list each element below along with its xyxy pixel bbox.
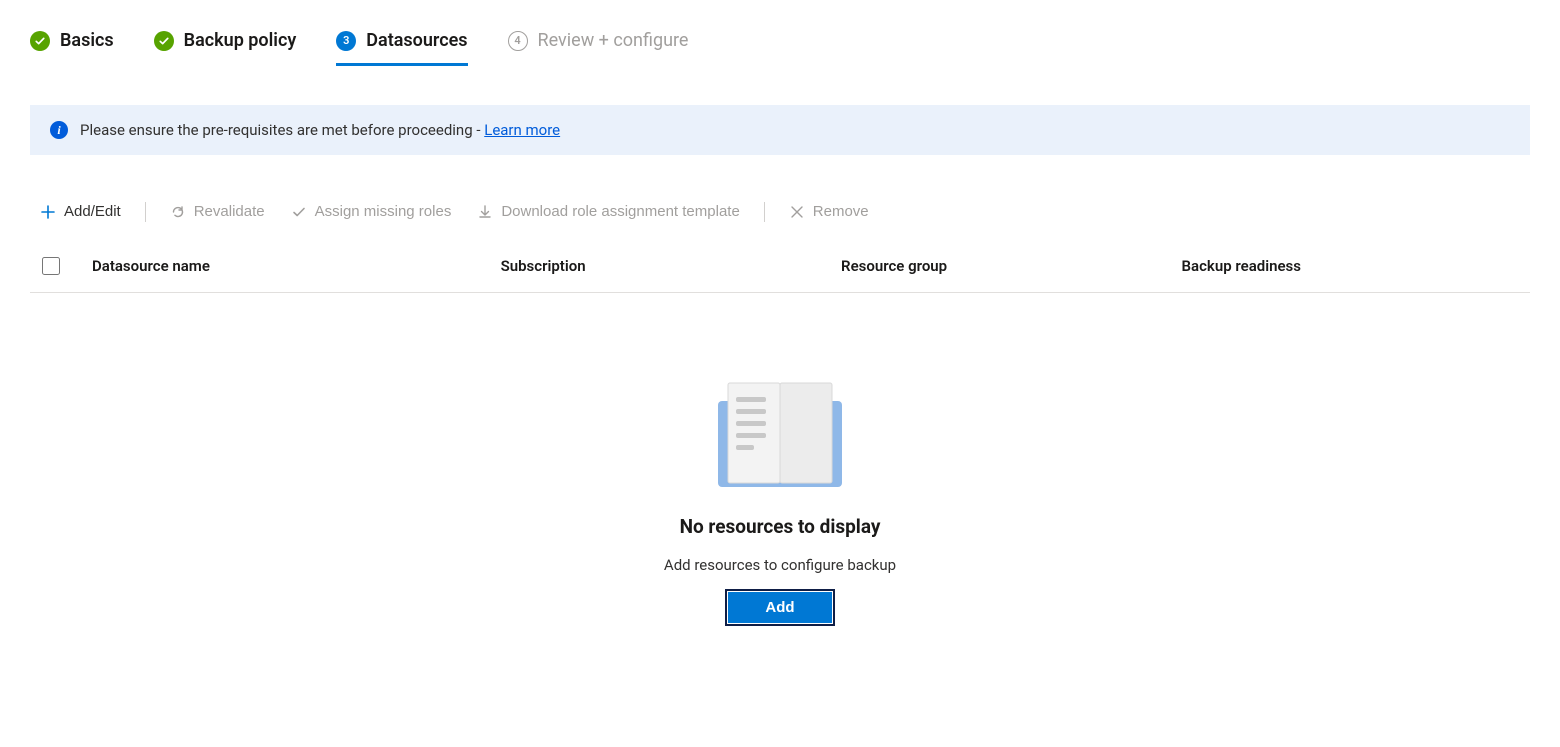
step-label: Review + configure bbox=[538, 30, 689, 51]
button-label: Revalidate bbox=[194, 203, 265, 220]
add-button[interactable]: Add bbox=[728, 592, 831, 623]
step-label: Datasources bbox=[366, 30, 467, 51]
step-label: Basics bbox=[60, 30, 114, 51]
step-datasources[interactable]: 3 Datasources bbox=[336, 30, 467, 66]
empty-state-subtitle: Add resources to configure backup bbox=[664, 556, 896, 574]
column-header-resource-group[interactable]: Resource group bbox=[841, 257, 1181, 275]
close-icon bbox=[789, 204, 805, 220]
datasources-table-header: Datasource name Subscription Resource gr… bbox=[30, 240, 1530, 293]
info-icon: i bbox=[50, 121, 68, 139]
step-number-icon: 3 bbox=[336, 31, 356, 51]
assign-roles-button: Assign missing roles bbox=[289, 199, 454, 224]
column-header-name[interactable]: Datasource name bbox=[92, 257, 501, 275]
select-all-cell bbox=[38, 254, 92, 278]
info-banner-text: Please ensure the pre-requisites are met… bbox=[80, 121, 560, 139]
wizard-stepper: Basics Backup policy 3 Datasources 4 Rev… bbox=[30, 30, 1530, 75]
button-label: Assign missing roles bbox=[315, 203, 452, 220]
step-label: Backup policy bbox=[184, 30, 297, 51]
column-header-backup-readiness[interactable]: Backup readiness bbox=[1182, 257, 1522, 275]
checkmark-icon bbox=[291, 204, 307, 220]
download-icon bbox=[477, 204, 493, 220]
step-number-icon: 4 bbox=[508, 31, 528, 51]
info-banner-message: Please ensure the pre-requisites are met… bbox=[80, 121, 484, 139]
select-all-checkbox[interactable] bbox=[42, 257, 60, 275]
checkmark-icon bbox=[154, 31, 174, 51]
revalidate-button: Revalidate bbox=[168, 199, 267, 224]
download-template-button: Download role assignment template bbox=[475, 199, 741, 224]
step-review-configure[interactable]: 4 Review + configure bbox=[508, 30, 689, 66]
step-basics[interactable]: Basics bbox=[30, 30, 114, 66]
plus-icon bbox=[40, 204, 56, 220]
datasources-toolbar: Add/Edit Revalidate Assign missing roles… bbox=[30, 195, 1530, 228]
button-label: Download role assignment template bbox=[501, 203, 739, 220]
remove-button: Remove bbox=[787, 199, 871, 224]
checkmark-icon bbox=[30, 31, 50, 51]
button-label: Add/Edit bbox=[64, 203, 121, 220]
add-edit-button[interactable]: Add/Edit bbox=[38, 199, 123, 224]
step-backup-policy[interactable]: Backup policy bbox=[154, 30, 297, 66]
learn-more-link[interactable]: Learn more bbox=[484, 121, 560, 139]
prerequisites-info-banner: i Please ensure the pre-requisites are m… bbox=[30, 105, 1530, 155]
toolbar-separator bbox=[145, 202, 146, 222]
empty-book-icon bbox=[710, 373, 850, 497]
column-header-subscription[interactable]: Subscription bbox=[501, 257, 841, 275]
empty-state-title: No resources to display bbox=[680, 515, 881, 538]
button-label: Remove bbox=[813, 203, 869, 220]
toolbar-separator bbox=[764, 202, 765, 222]
empty-state: No resources to display Add resources to… bbox=[30, 373, 1530, 623]
refresh-icon bbox=[170, 204, 186, 220]
